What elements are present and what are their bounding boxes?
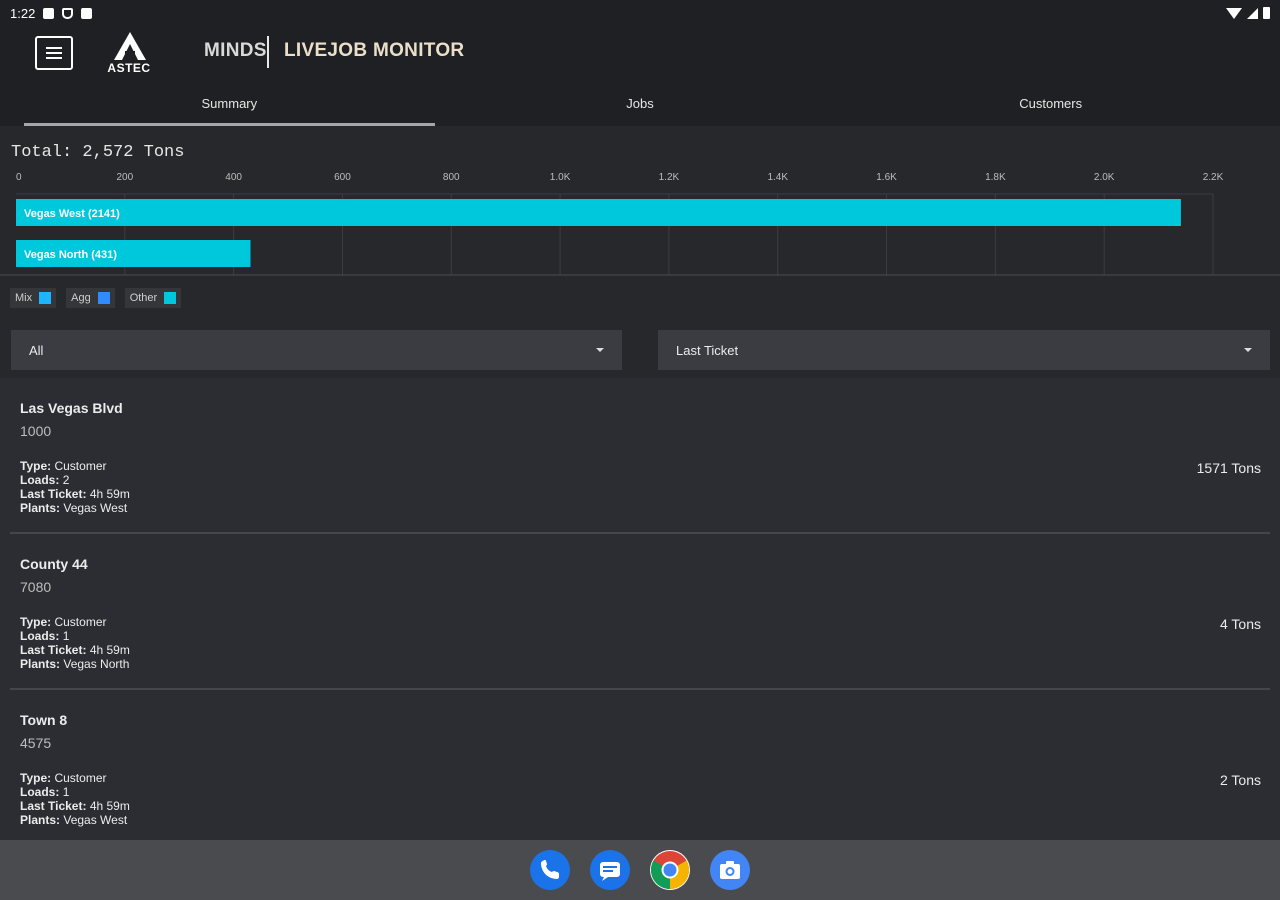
- job-last-ticket: 4h 59m: [89, 643, 130, 657]
- tick-label: 1.2K: [659, 172, 680, 183]
- job-tons: 4 Tons: [1220, 616, 1261, 632]
- tab-summary[interactable]: Summary: [24, 88, 435, 126]
- legend-swatch: [164, 292, 177, 304]
- app-name: MINDS: [204, 40, 267, 61]
- legend-label: Mix: [15, 292, 33, 304]
- job-type: Customer: [54, 771, 107, 785]
- tab-bar: Summary Jobs Customers: [24, 88, 1256, 126]
- tick-label: 2.2K: [1203, 172, 1224, 183]
- job-last-ticket: 4h 59m: [89, 487, 130, 501]
- tick-label: 800: [443, 172, 460, 183]
- tick-label: 1.4K: [767, 172, 788, 183]
- job-number: 4575: [20, 735, 52, 751]
- job-details: Type: Customer Loads: 1 Last Ticket: 4h …: [20, 771, 130, 827]
- job-details: Type: Customer Loads: 2 Last Ticket: 4h …: [20, 459, 130, 515]
- job-list: Las Vegas Blvd 1000 Type: Customer Loads…: [0, 378, 1280, 840]
- tick-label: 1.8K: [985, 172, 1006, 183]
- legend-swatch: [97, 292, 110, 304]
- filter-bar: All Last Ticket: [0, 322, 1280, 378]
- job-name: County 44: [20, 556, 88, 572]
- status-bar: 1:22: [0, 0, 1280, 26]
- job-name: Town 8: [20, 712, 68, 728]
- chevron-down-icon: [1244, 348, 1252, 352]
- job-loads: 1: [62, 629, 70, 643]
- job-type: Customer: [54, 459, 107, 473]
- phone-app[interactable]: [530, 850, 570, 890]
- shield-icon: [62, 7, 74, 19]
- job-details: Type: Customer Loads: 1 Last Ticket: 4h …: [20, 615, 130, 671]
- menu-icon: [46, 47, 62, 49]
- tab-jobs[interactable]: Jobs: [435, 88, 846, 126]
- job-name: Las Vegas Blvd: [20, 400, 123, 416]
- type-filter-select[interactable]: All: [11, 330, 622, 370]
- job-plants: Vegas West: [63, 813, 128, 827]
- tick-label: 2.0K: [1094, 172, 1115, 183]
- chrome-app[interactable]: [650, 850, 690, 890]
- astec-logo: ASTEC: [98, 32, 160, 75]
- legend-item-mix[interactable]: Mix: [10, 288, 57, 308]
- job-loads: 1: [62, 785, 70, 799]
- job-tons: 1571 Tons: [1196, 460, 1261, 476]
- chart-bar: [16, 199, 1181, 226]
- job-number: 1000: [20, 423, 52, 439]
- job-plants: Vegas West: [63, 501, 128, 515]
- app-header: ASTEC MINDS LIVEJOB MONITOR Summary Jobs…: [0, 26, 1280, 126]
- sd-card-icon: [81, 7, 93, 19]
- logo-mark-icon: [114, 32, 146, 60]
- summary-panel: Total: 2,572 Tons 0 200 400 600 800 1.0K 1.2K 1…: [0, 126, 1280, 322]
- camera-app[interactable]: [710, 850, 750, 890]
- tick-label: 200: [116, 172, 133, 183]
- logo-text: ASTEC: [107, 61, 151, 75]
- page-title: LIVEJOB MONITOR: [284, 40, 465, 61]
- legend-label: Agg: [71, 292, 91, 304]
- status-time: 1:22: [10, 5, 36, 21]
- chart-legend: Mix Agg Other: [10, 288, 182, 308]
- legend-item-other[interactable]: Other: [124, 288, 182, 308]
- wifi-icon: [1226, 7, 1242, 19]
- title-divider: [267, 36, 269, 68]
- tab-customers[interactable]: Customers: [845, 88, 1256, 126]
- job-number: 7080: [20, 579, 52, 595]
- list-item[interactable]: Las Vegas Blvd 1000 Type: Customer Loads…: [0, 378, 1280, 534]
- tick-label: 400: [225, 172, 242, 183]
- total-tons: Total: 2,572 Tons: [11, 143, 185, 162]
- chrome-icon: [650, 851, 690, 890]
- plant-tons-chart: 0 200 400 600 800 1.0K 1.2K 1.4K 1.6K 1.8K 2.0K 2.2…: [0, 172, 1280, 276]
- sort-value: Last Ticket: [676, 342, 739, 358]
- app-dock: [0, 840, 1280, 900]
- job-plants: Vegas North: [63, 657, 130, 671]
- tick-label: 0: [16, 172, 22, 183]
- list-item[interactable]: Town 8 4575 Type: Customer Loads: 1 Last…: [0, 690, 1280, 846]
- legend-label: Other: [129, 292, 158, 304]
- phone-icon: [541, 860, 559, 879]
- menu-button[interactable]: [35, 36, 73, 70]
- signal-icon: [1247, 7, 1258, 19]
- job-loads: 2: [62, 473, 70, 487]
- tick-label: 1.0K: [550, 172, 571, 183]
- tick-label: 1.6K: [876, 172, 897, 183]
- job-tons: 2 Tons: [1220, 772, 1261, 788]
- list-item[interactable]: County 44 7080 Type: Customer Loads: 1 L…: [0, 534, 1280, 690]
- notification-icon: [43, 7, 55, 19]
- messages-app[interactable]: [590, 850, 630, 890]
- messages-icon: [600, 862, 620, 881]
- chevron-down-icon: [596, 348, 604, 352]
- legend-item-agg[interactable]: Agg: [66, 288, 115, 308]
- bar-label: Vegas West (2141): [24, 208, 120, 220]
- sort-select[interactable]: Last Ticket: [658, 330, 1270, 370]
- type-filter-value: All: [29, 342, 44, 358]
- battery-icon: [1263, 7, 1270, 19]
- job-type: Customer: [54, 615, 107, 629]
- tick-label: 600: [334, 172, 351, 183]
- legend-swatch: [39, 292, 52, 304]
- job-last-ticket: 4h 59m: [89, 799, 130, 813]
- camera-icon: [720, 861, 740, 879]
- bar-label: Vegas North (431): [24, 249, 117, 261]
